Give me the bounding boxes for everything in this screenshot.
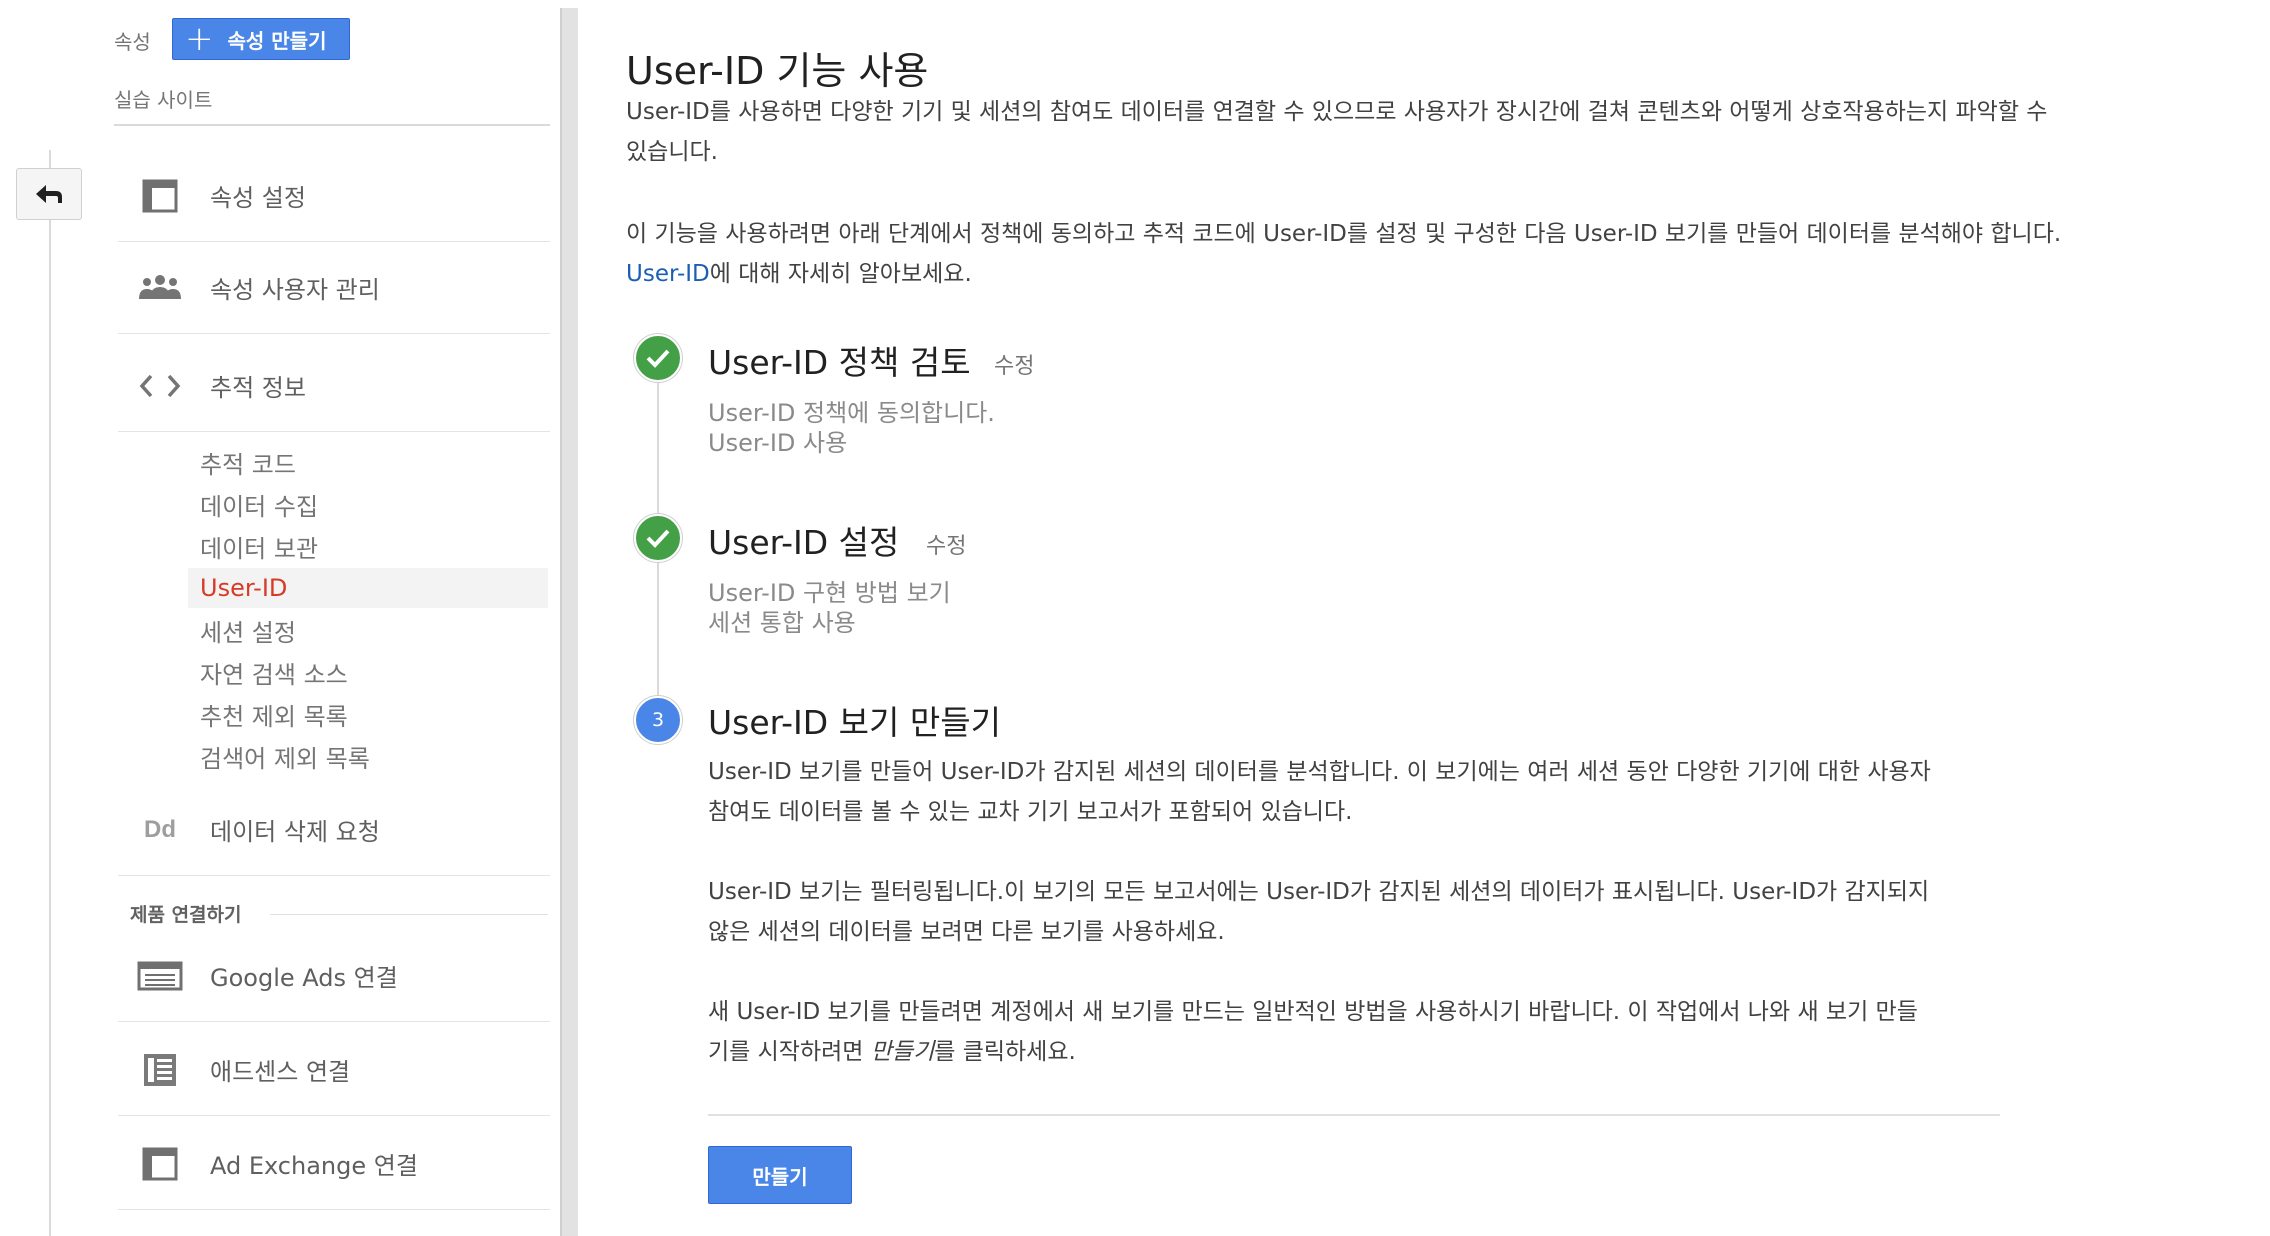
divider [114, 124, 550, 126]
sidebar-item-label: 애드센스 연결 [210, 1058, 351, 1086]
user-id-help-link[interactable]: User-ID [626, 261, 710, 287]
divider [270, 914, 548, 915]
step-title: User-ID 설정 [708, 523, 900, 562]
step3-text: 를 클릭하세요. [934, 1039, 1076, 1065]
sidebar-subitem-referral-exclusion-list[interactable]: 추천 제외 목록 [188, 694, 548, 734]
step-detail: User-ID 정책에 동의합니다. [708, 399, 995, 427]
back-button[interactable] [16, 168, 82, 220]
intro-paragraph: User-ID를 사용하면 다양한 기기 및 세션의 참여도 데이터를 연결할 … [626, 92, 2146, 172]
sidebar-subitem-tracking-code[interactable]: 추적 코드 [188, 442, 548, 482]
instructions-line: 이 기능을 사용하려면 아래 단계에서 정책에 동의하고 추적 코드에 User… [626, 221, 2062, 247]
sidebar-item-tracking-info[interactable]: 추적 정보 [118, 340, 550, 432]
sidebar-item-user-management[interactable]: 속성 사용자 관리 [118, 242, 550, 334]
sidebar-item-google-ads-link[interactable]: Google Ads 연결 [118, 930, 550, 1022]
create-view-button[interactable]: 만들기 [708, 1146, 852, 1204]
dd-icon: Dd [144, 815, 176, 843]
sidebar: 속성 + 속성 만들기 실습 사이트 속성 설정 속성 사용자 관리 추적 정보… [112, 0, 552, 1236]
step3-line: 새 User-ID 보기를 만들려면 계정에서 새 보기를 만드는 일반적인 방… [708, 999, 1918, 1025]
step-detail: User-ID 사용 [708, 429, 848, 457]
sidebar-item-label: Ad Exchange 연결 [210, 1152, 418, 1180]
step3-line: User-ID 보기는 필터링됩니다.이 보기의 모든 보고서에는 User-I… [708, 879, 1930, 905]
learn-more-text: 에 대해 자세히 알아보세요. [709, 261, 972, 287]
sidebar-subitem-search-term-exclusion-list[interactable]: 검색어 제외 목록 [188, 736, 548, 776]
create-property-label: 속성 만들기 [227, 28, 327, 53]
sidebar-item-adsense-link[interactable]: 애드센스 연결 [118, 1024, 550, 1116]
sidebar-item-label: 데이터 삭제 요청 [210, 818, 380, 846]
sidebar-item-data-deletion[interactable]: Dd 데이터 삭제 요청 [118, 784, 550, 876]
ads-panel-icon [134, 954, 186, 998]
sidebar-subitem-session-settings[interactable]: 세션 설정 [188, 610, 548, 650]
back-arrow-icon [36, 185, 62, 203]
step3-text: 기를 시작하려면 [708, 1039, 871, 1065]
step-detail: 세션 통합 사용 [708, 609, 856, 637]
step-edit-link[interactable]: 수정 [926, 528, 966, 560]
sidebar-subitem-data-collection[interactable]: 데이터 수집 [188, 484, 548, 524]
sidebar-item-label: 추적 정보 [210, 374, 306, 402]
sidebar-scrollbar[interactable] [562, 8, 578, 1236]
step3-line: User-ID 보기를 만들어 User-ID가 감지된 세션의 데이터를 분석… [708, 759, 1931, 785]
step-complete-check-icon [634, 514, 682, 562]
left-rail [0, 0, 112, 1236]
step-edit-link[interactable]: 수정 [994, 348, 1034, 380]
learn-more-line: User-ID에 대해 자세히 알아보세요. [626, 254, 2146, 294]
plus-icon: + [185, 19, 214, 59]
step-title: User-ID 정책 검토 [708, 343, 971, 382]
step3-line: 않은 세션의 데이터를 보려면 다른 보기를 사용하세요. [708, 919, 1225, 945]
step3-paragraph: User-ID 보기를 만들어 User-ID가 감지된 세션의 데이터를 분석… [708, 752, 2008, 832]
step3-line: 참여도 데이터를 볼 수 있는 교차 기기 보고서가 포함되어 있습니다. [708, 799, 1353, 825]
section-label-product-linking: 제품 연결하기 [130, 904, 242, 926]
sidebar-item-label: 속성 설정 [210, 184, 306, 212]
step-title: User-ID 보기 만들기 [708, 703, 1001, 742]
sidebar-item-property-settings[interactable]: 속성 설정 [118, 150, 550, 242]
site-name: 실습 사이트 [114, 88, 213, 112]
intro-line: User-ID를 사용하면 다양한 기기 및 세션의 참여도 데이터를 연결할 … [626, 99, 2048, 125]
code-icon [134, 364, 186, 408]
window-icon [134, 174, 186, 218]
sidebar-item-label: 속성 사용자 관리 [210, 276, 380, 304]
property-label: 속성 [114, 30, 151, 54]
step-complete-check-icon [634, 334, 682, 382]
sidebar-subitem-user-id[interactable]: User-ID [188, 568, 548, 608]
main-content: User-ID 기능 사용 User-ID를 사용하면 다양한 기기 및 세션의… [626, 0, 2270, 1236]
rail-line [49, 150, 51, 1236]
step3-paragraph: User-ID 보기는 필터링됩니다.이 보기의 모든 보고서에는 User-I… [708, 872, 2008, 952]
property-header: 속성 + 속성 만들기 [112, 16, 552, 64]
window-icon [134, 1142, 186, 1186]
step3-paragraph: 새 User-ID 보기를 만들려면 계정에서 새 보기를 만드는 일반적인 방… [708, 992, 2008, 1072]
step3-emphasis: 만들기 [870, 1039, 935, 1065]
step3-line: 기를 시작하려면 만들기를 클릭하세요. [708, 1032, 2008, 1072]
intro-line: 있습니다. [626, 139, 718, 165]
people-icon [134, 266, 186, 310]
sidebar-item-label: Google Ads 연결 [210, 964, 398, 992]
step-number-badge: 3 [634, 696, 682, 744]
list-panel-icon [134, 1048, 186, 1092]
page-title: User-ID 기능 사용 [626, 49, 929, 93]
create-property-button[interactable]: + 속성 만들기 [172, 18, 350, 60]
instructions-paragraph: 이 기능을 사용하려면 아래 단계에서 정책에 동의하고 추적 코드에 User… [626, 214, 2146, 294]
sidebar-item-ad-exchange-link[interactable]: Ad Exchange 연결 [118, 1118, 550, 1210]
sidebar-subitem-organic-search-sources[interactable]: 자연 검색 소스 [188, 652, 548, 692]
divider [708, 1114, 2000, 1116]
sidebar-subitem-data-retention[interactable]: 데이터 보관 [188, 526, 548, 566]
step-detail: User-ID 구현 방법 보기 [708, 579, 951, 607]
